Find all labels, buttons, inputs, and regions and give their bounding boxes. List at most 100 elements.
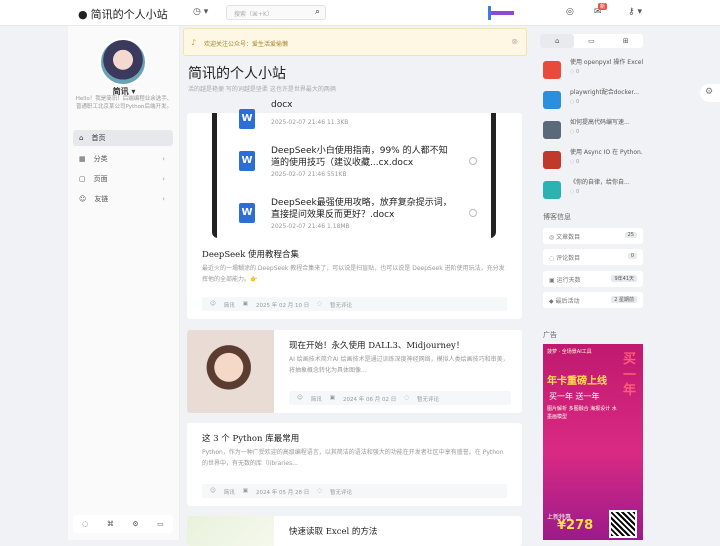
sidebar-item-pages[interactable]: ▢ 页面 › xyxy=(73,171,173,187)
post-card[interactable]: 快速读取 Excel 的方法 xyxy=(187,516,522,546)
ad-price: ¥278 xyxy=(557,518,594,533)
user-menu-icon[interactable]: ⚷ ▾ xyxy=(628,7,642,17)
settings-icon[interactable]: ⚙ xyxy=(132,520,138,528)
avatar[interactable] xyxy=(99,38,147,86)
search-input[interactable]: 搜索（⌘+K） ⌕ xyxy=(226,5,326,20)
sidebar-tabs: ⌂ ▭ ⊞ xyxy=(540,34,643,48)
file-row: W docx 2025-02-07 21:46 11.3KB xyxy=(229,100,479,141)
post-icon xyxy=(543,61,561,79)
post-icon xyxy=(543,121,561,139)
file-meta: 2025-02-07 21:46 551KB xyxy=(271,171,347,178)
comment-count: 0 xyxy=(575,99,580,105)
post-comments[interactable]: 暂无评论 xyxy=(417,395,439,403)
tab-gift[interactable]: ⊞ xyxy=(609,34,643,48)
radio-button[interactable] xyxy=(469,209,477,217)
qr-code xyxy=(609,510,637,538)
recent-post-comments: ◌ 0 xyxy=(570,99,580,105)
post-date: 2024 年 05 月 28 日 xyxy=(255,490,310,496)
word-icon: W xyxy=(239,151,255,171)
comment-icon[interactable]: ◌ xyxy=(82,520,88,528)
calendar-icon: ▣ xyxy=(242,301,248,307)
person-icon: ☺ xyxy=(79,195,87,203)
post-card[interactable]: W docx 2025-02-07 21:46 11.3KB W DeepSee… xyxy=(187,100,522,319)
site-logo[interactable]: ● 简讯的个人小站 xyxy=(78,6,168,22)
comment-count: 0 xyxy=(575,159,580,165)
recent-post-title[interactable]: 使用 Async IO 在 Python... xyxy=(570,147,643,156)
post-author[interactable]: 简讯 xyxy=(224,301,235,309)
page-title: 简讯的个人小站 xyxy=(188,66,286,82)
recent-post[interactable]: 使用 openpyxl 操作 Excel ◌ 0 xyxy=(543,57,643,83)
sidebar-item-label: 首页 xyxy=(91,134,106,142)
comment-count: 0 xyxy=(575,189,580,195)
sidebar-item-links[interactable]: ☺ 友链 › xyxy=(73,191,173,207)
top-bar: ● 简讯的个人小站 ◷ ▾ 搜索（⌘+K） ⌕ ◎ ✉ 新 ⚷ ▾ xyxy=(0,0,720,26)
sidebar-item-categories[interactable]: ▦ 分类 › xyxy=(73,151,173,167)
post-title[interactable]: DeepSeek 使用教程合集 xyxy=(202,248,299,260)
brand-icon xyxy=(488,6,514,20)
recent-post-title[interactable]: 《你的自律，给你自... xyxy=(570,177,643,186)
clock-icon[interactable]: ◷ ▾ xyxy=(193,7,208,17)
ad-banner[interactable]: 菠萝 · 全场景AI工具 年卡重磅上线 买一年 送一年 图片解析 多图融合 海报… xyxy=(543,344,643,540)
rss-icon[interactable]: ⌘ xyxy=(107,520,114,528)
post-card[interactable]: 现在开始！永久使用 DALL3、Midjourney！ AI 绘画技术简介AI … xyxy=(187,330,522,413)
post-meta: ☺ 简讯 ▣ 2024 年 06 月 02 日 ◌ 暂无评论 xyxy=(289,391,511,405)
file-meta: 2025-02-07 21:46 11.3KB xyxy=(271,119,349,126)
site-name: 简讯的个人小站 xyxy=(90,8,168,21)
recent-post-title[interactable]: 使用 openpyxl 操作 Excel xyxy=(570,57,643,66)
ad-subheadline: 买一年 送一年 xyxy=(549,392,600,401)
search-placeholder: 搜索（⌘+K） xyxy=(234,11,273,18)
blog-info-title: 博客信息 xyxy=(543,213,571,221)
search-icon[interactable]: ⌕ xyxy=(315,7,320,17)
post-comments[interactable]: 暂无评论 xyxy=(330,488,352,496)
word-icon: W xyxy=(239,203,255,223)
tab-comments[interactable]: ▭ xyxy=(574,34,608,48)
close-icon[interactable]: ⊗ xyxy=(511,37,518,46)
recent-post[interactable]: playwright配合docker... ◌ 0 xyxy=(543,87,643,113)
post-comments[interactable]: 暂无评论 xyxy=(330,301,352,309)
stat-row: ▣ 运行天数 9年41天 xyxy=(543,271,643,287)
chevron-right-icon: › xyxy=(162,155,165,163)
post-icon xyxy=(543,151,561,169)
recent-post[interactable]: 《你的自律，给你自... ◌ 0 xyxy=(543,177,643,203)
calendar-icon: ▣ xyxy=(242,488,248,494)
file-row: W DeepSeek最强使用攻略，放弃复杂提示词，直接提问效果反而更好？.doc… xyxy=(229,195,479,235)
post-title[interactable]: 现在开始！永久使用 DALL3、Midjourney！ xyxy=(289,339,464,351)
recent-post-comments: ◌ 0 xyxy=(570,159,580,165)
ad-headline: 年卡重磅上线 xyxy=(547,376,607,387)
post-author[interactable]: 简讯 xyxy=(311,395,322,403)
stat-label: 运行天数 xyxy=(556,277,581,284)
recent-post[interactable]: 使用 Async IO 在 Python... ◌ 0 xyxy=(543,147,643,173)
logo-icon: ● xyxy=(78,7,88,21)
message-icon[interactable]: ▭ xyxy=(157,520,164,528)
post-date: 2025 年 02 月 10 日 xyxy=(255,303,310,309)
sidebar-footer: ◌ ⌘ ⚙ ▭ xyxy=(73,515,173,533)
sidebar-item-home[interactable]: ⌂ 首页 xyxy=(73,130,173,146)
post-thumbnail[interactable] xyxy=(187,330,274,413)
stat-value: 0 xyxy=(627,253,637,259)
post-excerpt: 最近火的一塌糊涂的 DeepSeek 教程合集来了，可以说是扫盲贴，也可以说是 … xyxy=(202,265,505,283)
calendar-icon: ▣ xyxy=(549,277,555,284)
stat-label: 评论数目 xyxy=(556,255,581,262)
post-card[interactable]: 这 3 个 Python 库最常用 Python，作为一种广受欢迎的高级编程语言… xyxy=(187,423,522,506)
post-author[interactable]: 简讯 xyxy=(224,488,235,496)
user-bio: Hello！我是简讯！后端编程业余选手、普通职工北京某公司Python后端开发。 xyxy=(75,96,173,110)
sidebar-item-label: 页面 xyxy=(93,175,108,183)
bell-icon: ♪ xyxy=(191,38,197,47)
ad-tags: 图片解析 多图融合 海报设计 水墨画模型 xyxy=(547,406,617,420)
post-title[interactable]: 这 3 个 Python 库最常用 xyxy=(202,432,299,444)
recent-post[interactable]: 如何提高代码编写速... ◌ 0 xyxy=(543,117,643,143)
stat-value: 9年41天 xyxy=(611,275,637,282)
post-meta: ☺ 简讯 ▣ 2024 年 05 月 28 日 ◌ 暂无评论 xyxy=(202,484,507,498)
post-thumbnail[interactable] xyxy=(187,516,274,546)
tab-popular[interactable]: ⌂ xyxy=(540,34,575,48)
post-title[interactable]: 快速读取 Excel 的方法 xyxy=(289,525,377,537)
radio-button[interactable] xyxy=(469,157,477,165)
recent-post-title[interactable]: 如何提高代码编写速... xyxy=(570,117,643,126)
recent-post-title[interactable]: playwright配合docker... xyxy=(570,87,643,96)
settings-gear-icon[interactable]: ⚙ xyxy=(700,84,720,102)
comment-icon: ◌ xyxy=(404,395,410,401)
sidebar-item-label: 友链 xyxy=(94,195,109,203)
post-meta: ☺ 简讯 ▣ 2025 年 02 月 10 日 ◌ 暂无评论 xyxy=(202,297,507,311)
post-date: 2024 年 06 月 02 日 xyxy=(342,397,397,403)
theme-icon[interactable]: ◎ xyxy=(566,7,574,17)
